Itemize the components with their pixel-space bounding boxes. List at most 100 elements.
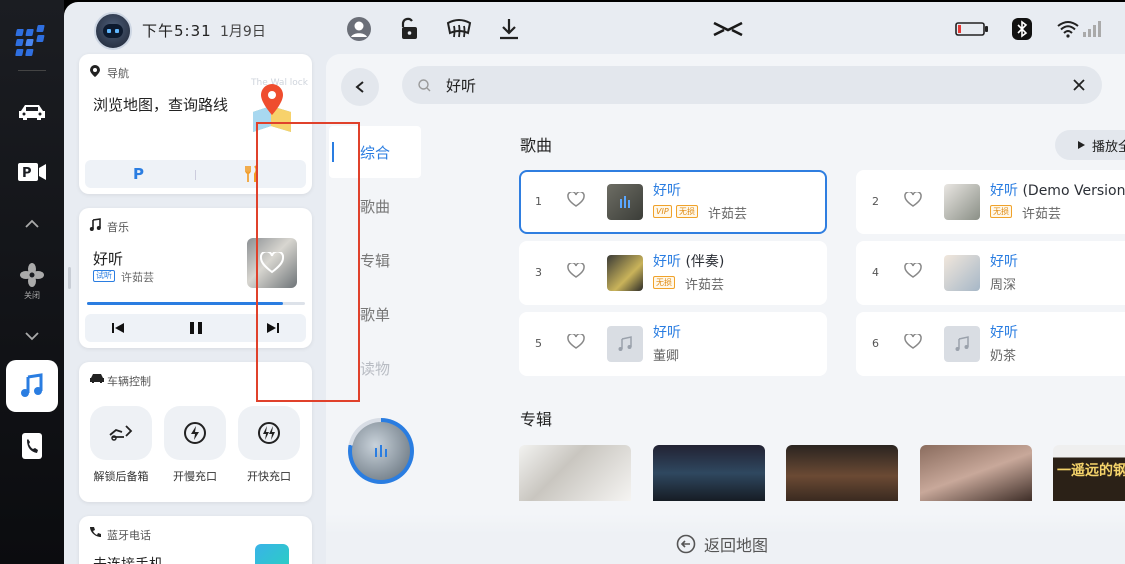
song-cover bbox=[944, 255, 980, 291]
favorite-heart-icon[interactable] bbox=[904, 334, 922, 350]
lock-button[interactable] bbox=[394, 14, 424, 44]
category-label: 综合 bbox=[359, 143, 390, 162]
song-artist: 许茹芸 bbox=[1022, 207, 1062, 222]
favorite-heart-icon[interactable] bbox=[904, 263, 922, 279]
music-note-icon bbox=[21, 373, 43, 397]
clock: 下午5:31 bbox=[142, 22, 212, 40]
brand-logo bbox=[708, 14, 748, 44]
song-title: 好听 bbox=[653, 322, 681, 342]
album-card[interactable] bbox=[653, 445, 765, 501]
song-title-main: 好听 bbox=[653, 325, 681, 341]
song-row[interactable]: 3 好听 (伴奏) 无损 许茹芸 bbox=[519, 241, 827, 305]
song-title: 好听 bbox=[990, 251, 1018, 271]
return-to-map-button[interactable]: 返回地图 bbox=[676, 532, 768, 556]
album-card[interactable]: 一遥远的钢琴 bbox=[1053, 445, 1125, 501]
search-input[interactable]: 好听 bbox=[446, 75, 476, 96]
wifi-icon bbox=[1056, 21, 1079, 38]
previous-track-icon[interactable] bbox=[111, 322, 125, 334]
status-bar: 下午5:31 1月9日 bbox=[64, 2, 1125, 58]
play-all-label: 播放全部 bbox=[1091, 139, 1125, 155]
song-cover bbox=[944, 326, 980, 362]
pause-icon[interactable] bbox=[188, 321, 204, 335]
car-button[interactable] bbox=[0, 92, 64, 132]
song-cover bbox=[944, 184, 980, 220]
song-row[interactable]: 2 好听 (Demo Version… 无损许茹芸 bbox=[856, 170, 1125, 234]
download-button[interactable] bbox=[494, 14, 524, 44]
song-row[interactable]: 5 好听 董卿 bbox=[519, 312, 827, 376]
fan-icon bbox=[20, 262, 44, 287]
battery-indicator bbox=[954, 14, 990, 44]
rear-defrost-icon bbox=[446, 19, 472, 38]
song-cover bbox=[607, 326, 643, 362]
fan-button[interactable]: 关闭 bbox=[0, 256, 64, 306]
equalizer-icon bbox=[620, 196, 630, 208]
parking-camera-button[interactable]: P bbox=[0, 152, 64, 192]
mini-player-cover bbox=[352, 422, 410, 480]
defrost-button[interactable] bbox=[444, 14, 474, 44]
songs-section-title: 歌曲 bbox=[520, 136, 553, 155]
album-card[interactable] bbox=[920, 445, 1032, 501]
mini-player-disc[interactable] bbox=[348, 418, 414, 484]
phone-card-app-icon bbox=[255, 544, 289, 564]
favorite-heart-icon[interactable] bbox=[567, 263, 585, 279]
parking-shortcut-button[interactable]: P bbox=[133, 165, 144, 183]
phone-app-button[interactable] bbox=[0, 426, 64, 466]
music-search-panel: 好听 综合 歌曲 专辑 歌单 读物 歌曲 播放全 1 好听 VIP 无损 许茹芸… bbox=[326, 54, 1125, 564]
app-grid-button[interactable] bbox=[0, 18, 64, 62]
song-number: 4 bbox=[872, 266, 879, 279]
collapse-down-button[interactable] bbox=[0, 316, 64, 356]
album-card[interactable] bbox=[519, 445, 631, 501]
slow-charge-label: 开慢充口 bbox=[173, 470, 217, 483]
song-title: 好听 bbox=[653, 180, 681, 200]
download-icon bbox=[500, 19, 518, 40]
song-title: 好听 bbox=[990, 322, 1018, 342]
song-title-main: 好听 bbox=[990, 325, 1018, 341]
assistant-avatar[interactable] bbox=[94, 12, 132, 50]
phone-card-text: 未连接手机 bbox=[93, 554, 163, 564]
song-row[interactable]: 1 好听 VIP 无损 许茹芸 bbox=[519, 170, 827, 234]
back-button[interactable] bbox=[341, 68, 379, 106]
expand-up-button[interactable] bbox=[0, 204, 64, 244]
fast-charge-port-button[interactable] bbox=[238, 406, 300, 460]
svg-text:P: P bbox=[22, 166, 32, 181]
favorite-heart-icon[interactable] bbox=[567, 334, 585, 350]
battery-icon bbox=[955, 22, 988, 36]
category-label: 歌曲 bbox=[359, 197, 390, 216]
clear-search-icon[interactable] bbox=[1072, 78, 1086, 92]
song-artist: 周深 bbox=[990, 278, 1017, 293]
slow-charge-icon bbox=[184, 422, 206, 444]
search-bar[interactable]: 好听 bbox=[402, 66, 1102, 104]
favorite-heart-icon[interactable] bbox=[904, 192, 922, 208]
favorite-heart-icon[interactable] bbox=[567, 192, 585, 208]
panel-handle[interactable] bbox=[68, 267, 71, 289]
fast-charge-icon bbox=[258, 422, 280, 444]
nav-card-text: 浏览地图，查询路线 bbox=[93, 96, 229, 114]
song-number: 2 bbox=[872, 195, 879, 208]
song-row[interactable]: 6 好听 奶茶 bbox=[856, 312, 1125, 376]
song-artist: 奶茶 bbox=[990, 349, 1017, 364]
chevron-up-icon bbox=[25, 219, 39, 228]
song-row[interactable]: 4 好听周深 bbox=[856, 241, 1125, 305]
lossless-badge: 无损 bbox=[990, 205, 1012, 218]
music-note-small-icon bbox=[89, 218, 101, 231]
car-small-icon bbox=[90, 374, 104, 383]
song-cover bbox=[607, 255, 643, 291]
song-title-main: 好听 bbox=[990, 183, 1018, 199]
music-progress-fill bbox=[87, 302, 284, 305]
song-title-suffix: (伴奏) bbox=[681, 254, 725, 270]
unlock-trunk-button[interactable] bbox=[90, 406, 152, 460]
shortcut-divider bbox=[195, 170, 196, 180]
play-all-button[interactable]: 播放全部 bbox=[1055, 130, 1125, 160]
profile-button[interactable] bbox=[344, 14, 374, 44]
return-to-map-label: 返回地图 bbox=[704, 536, 769, 555]
slow-charge-port-button[interactable] bbox=[164, 406, 226, 460]
xpeng-logo-icon bbox=[713, 21, 743, 37]
bluetooth-phone-card[interactable]: 蓝牙电话 未连接手机 bbox=[79, 516, 312, 564]
music-app-button[interactable] bbox=[6, 360, 58, 412]
song-title-main: 好听 bbox=[653, 254, 681, 270]
bluetooth-indicator[interactable] bbox=[1010, 14, 1034, 44]
music-card-title: 音乐 bbox=[107, 221, 129, 234]
song-title-suffix: (Demo Version… bbox=[1022, 183, 1125, 199]
song-title-main: 好听 bbox=[990, 254, 1018, 270]
album-card[interactable] bbox=[786, 445, 898, 501]
